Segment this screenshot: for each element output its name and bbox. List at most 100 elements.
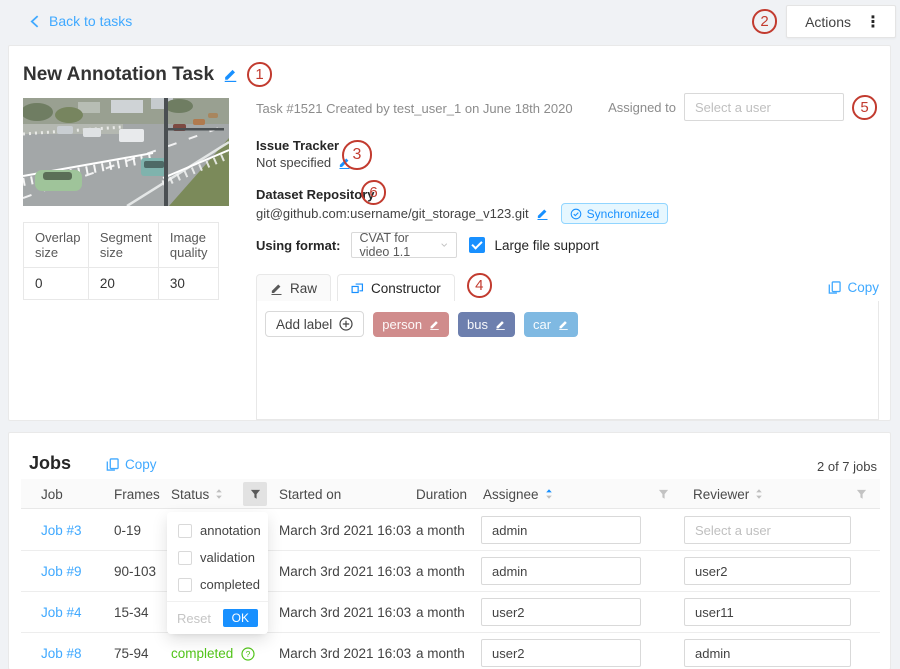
assignee-input[interactable]: [481, 557, 641, 585]
labels-tabbar: Raw Constructor 4 Copy: [256, 273, 879, 302]
assigned-to-label: Assigned to: [608, 100, 676, 115]
filter-option-completed[interactable]: completed: [167, 571, 268, 598]
assignee-input[interactable]: [481, 639, 641, 667]
col-reviewer[interactable]: Reviewer: [693, 479, 763, 509]
frames-cell: 75-94: [114, 633, 149, 669]
callout-2: 2: [752, 9, 777, 34]
filter-option-label: completed: [200, 577, 260, 592]
param-value-segment: 20: [88, 268, 158, 300]
callout-4: 4: [467, 273, 492, 298]
actions-label: Actions: [805, 14, 851, 30]
started-cell: March 3rd 2021 16:03: [279, 510, 411, 551]
pencil-icon: [270, 282, 283, 295]
issue-tracker-value-row: Not specified: [256, 155, 351, 170]
validation-checkbox[interactable]: [178, 551, 192, 565]
tab-raw[interactable]: Raw: [256, 274, 331, 302]
using-format-label: Using format:: [256, 238, 341, 253]
labels-copy-button[interactable]: Copy: [828, 280, 879, 295]
param-header-overlap: Overlap size: [24, 223, 89, 268]
params-value-row: 0 20 30: [24, 268, 219, 300]
back-chevron-icon: [30, 15, 39, 28]
completed-checkbox[interactable]: [178, 578, 192, 592]
jobs-card: Jobs Copy 2 of 7 jobs Job Frames Status …: [8, 432, 891, 669]
jobs-count: 2 of 7 jobs: [817, 459, 877, 474]
assignee-filter-button[interactable]: [651, 482, 675, 506]
param-value-overlap: 0: [24, 268, 89, 300]
col-status-label: Status: [171, 487, 209, 502]
job-row: Job #8 75-94 completed ? March 3rd 2021 …: [21, 633, 880, 669]
job-link[interactable]: Job #9: [41, 564, 82, 579]
label-tag-bus[interactable]: bus: [458, 312, 515, 337]
label-tag-car[interactable]: car: [524, 312, 578, 337]
callout-6: 6: [361, 180, 386, 205]
filter-funnel-icon: [250, 489, 261, 500]
reviewer-input[interactable]: [684, 557, 851, 585]
cvat-task-page: Back to tasks 2 Actions ⋮ New Annotation…: [0, 0, 900, 669]
task-meta: Task #1521 Created by test_user_1 on Jun…: [256, 101, 573, 116]
edit-title-icon[interactable]: [223, 67, 238, 82]
task-details-card: New Annotation Task 1: [8, 45, 891, 421]
frames-cell: 90-103: [114, 551, 156, 592]
job-link[interactable]: Job #8: [41, 646, 82, 661]
job-row: Job #4 15-34 March 3rd 2021 16:03 a mont…: [21, 592, 880, 633]
assigned-to-input[interactable]: [684, 93, 844, 121]
issue-tracker-value: Not specified: [256, 155, 331, 170]
filter-reset-button[interactable]: Reset: [177, 611, 211, 626]
job-link[interactable]: Job #3: [41, 523, 82, 538]
format-select-value: CVAT for video 1.1: [360, 231, 434, 259]
job-row: Job #9 90-103 March 3rd 2021 16:03 a mon…: [21, 551, 880, 592]
col-assignee[interactable]: Assignee: [483, 479, 553, 509]
callout-1: 1: [247, 62, 272, 87]
callout-3: 3: [342, 140, 372, 170]
reviewer-filter-button[interactable]: [849, 482, 873, 506]
actions-button[interactable]: Actions ⋮: [786, 5, 896, 38]
edit-label-icon[interactable]: [495, 319, 506, 330]
question-circle-icon[interactable]: ?: [241, 647, 255, 661]
repository-url: git@github.com:username/git_storage_v123…: [256, 206, 529, 221]
task-title: New Annotation Task: [23, 64, 214, 86]
tab-constructor[interactable]: Constructor: [337, 274, 455, 302]
sort-icon[interactable]: [215, 488, 223, 500]
edit-label-icon[interactable]: [558, 319, 569, 330]
duration-cell: a month: [416, 633, 465, 669]
status-completed-label: completed: [171, 646, 233, 661]
back-to-tasks-link[interactable]: Back to tasks: [30, 13, 132, 29]
edit-repository-icon[interactable]: [536, 207, 549, 220]
filter-option-label: annotation: [200, 523, 261, 538]
add-label-button[interactable]: Add label: [265, 311, 364, 337]
reviewer-input[interactable]: [684, 516, 851, 544]
label-tag-car-name: car: [533, 317, 551, 332]
job-link[interactable]: Job #4: [41, 605, 82, 620]
sort-icon[interactable]: [755, 488, 763, 500]
assigned-to-block: Assigned to 5: [608, 93, 877, 121]
block-icon: [351, 282, 364, 295]
task-params-table: Overlap size Segment size Image quality …: [23, 222, 219, 300]
tab-constructor-label: Constructor: [371, 281, 441, 296]
labels-panel: Add label person bus car: [256, 301, 879, 420]
filter-option-validation[interactable]: validation: [167, 544, 268, 571]
sort-icon-ascending[interactable]: [545, 488, 553, 500]
callout-5: 5: [852, 95, 877, 120]
filter-ok-button[interactable]: OK: [223, 609, 258, 627]
format-select[interactable]: CVAT for video 1.1: [351, 232, 457, 258]
reviewer-input[interactable]: [684, 639, 851, 667]
col-frames: Frames: [114, 479, 160, 509]
label-tag-person[interactable]: person: [373, 312, 449, 337]
labels-row: Add label person bus car: [265, 311, 578, 337]
large-file-checkbox[interactable]: [469, 237, 485, 253]
filter-option-annotation[interactable]: annotation: [167, 517, 268, 544]
col-status[interactable]: Status: [171, 479, 223, 509]
dataset-repository-label: Dataset Repository: [256, 187, 374, 202]
reviewer-input[interactable]: [684, 598, 851, 626]
assignee-input[interactable]: [481, 598, 641, 626]
copy-icon: [828, 281, 841, 294]
assignee-input[interactable]: [481, 516, 641, 544]
edit-label-icon[interactable]: [429, 319, 440, 330]
filter-funnel-icon: [658, 489, 669, 500]
using-format-row: Using format: CVAT for video 1.1 Large f…: [256, 232, 599, 258]
topbar: Back to tasks 2 Actions ⋮: [0, 0, 900, 45]
jobs-copy-button[interactable]: Copy: [106, 457, 157, 472]
frames-cell: 0-19: [114, 510, 141, 551]
status-filter-button[interactable]: [243, 482, 267, 506]
annotation-checkbox[interactable]: [178, 524, 192, 538]
